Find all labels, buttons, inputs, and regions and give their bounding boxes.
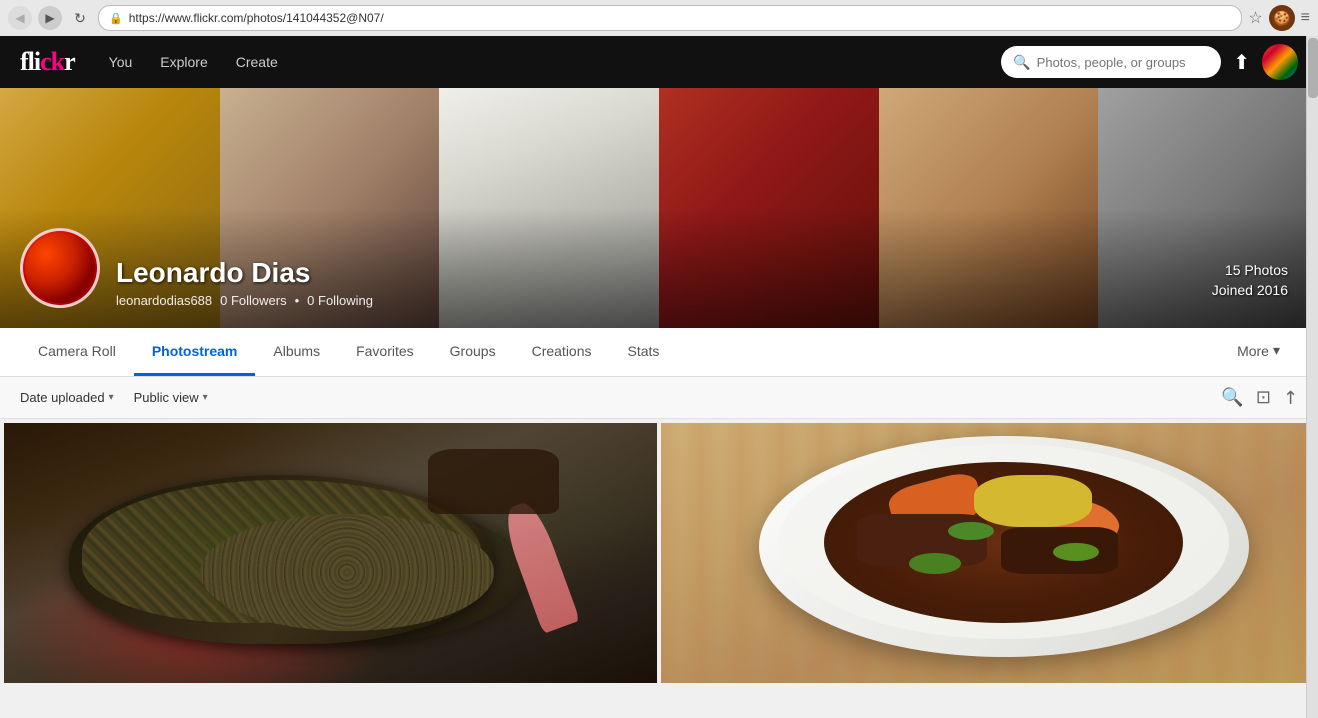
profile-text: Leonardo Dias leonardodias688 0 Follower… (116, 257, 373, 308)
photo-item-2[interactable] (661, 423, 1314, 683)
star-button[interactable]: ☆ (1248, 8, 1262, 28)
user-avatar[interactable] (1262, 44, 1298, 80)
nav-create[interactable]: Create (222, 36, 292, 88)
back-button[interactable]: ◀ (8, 6, 32, 30)
filter-actions: 🔍 ⊡ ↗ (1221, 387, 1298, 408)
share-button[interactable]: ↗ (1278, 385, 1304, 411)
tab-creations[interactable]: Creations (514, 329, 610, 376)
refresh-button[interactable]: ↻ (68, 6, 92, 30)
upload-button[interactable]: ⬆ (1233, 50, 1250, 75)
flickr-logo[interactable]: flickr (20, 47, 75, 77)
tab-photostream[interactable]: Photostream (134, 329, 256, 376)
address-bar: 🔒 (98, 5, 1242, 31)
lock-icon: 🔒 (109, 12, 123, 25)
view-filter-arrow: ▾ (203, 392, 208, 403)
nav-right: 🔍 ⬆ (292, 44, 1298, 80)
chevron-down-icon: ▾ (1273, 342, 1280, 359)
search-box: 🔍 (1001, 46, 1221, 78)
flickr-navbar: flickr You Explore Create 🔍 ⬆ (0, 36, 1318, 88)
tab-groups[interactable]: Groups (432, 329, 514, 376)
profile-following[interactable]: 0 Following (307, 293, 373, 308)
view-filter-label: Public view (134, 390, 199, 405)
photo-grid (0, 419, 1318, 699)
nav-explore[interactable]: Explore (146, 36, 221, 88)
profile-cover: Leonardo Dias leonardodias688 0 Follower… (0, 88, 1318, 328)
filters-bar: Date uploaded ▾ Public view ▾ 🔍 ⊡ ↗ (0, 377, 1318, 419)
photo-search-button[interactable]: 🔍 (1221, 387, 1243, 408)
photos-count: 15 Photos (1212, 262, 1288, 278)
photo-food-rice (4, 423, 657, 683)
scrollbar[interactable] (1306, 36, 1318, 718)
tab-camera-roll[interactable]: Camera Roll (20, 329, 134, 376)
tab-favorites[interactable]: Favorites (338, 329, 432, 376)
search-input[interactable] (1037, 55, 1213, 70)
search-icon: 🔍 (1013, 54, 1030, 71)
scrollbar-thumb[interactable] (1308, 38, 1318, 98)
profile-stats: 15 Photos Joined 2016 (1212, 262, 1288, 298)
browser-toolbar: ◀ ▶ ↻ 🔒 ☆ 🍪 ≡ (0, 0, 1318, 36)
avatar[interactable] (20, 228, 100, 308)
profile-username: leonardodias688 (116, 293, 212, 308)
tab-albums[interactable]: Albums (255, 329, 338, 376)
nav-you[interactable]: You (95, 36, 147, 88)
cookie-icon: 🍪 (1269, 5, 1295, 31)
tab-more[interactable]: More ▾ (1219, 328, 1298, 376)
tab-stats[interactable]: Stats (610, 329, 678, 376)
view-filter[interactable]: Public view ▾ (134, 390, 208, 405)
forward-button[interactable]: ▶ (38, 6, 62, 30)
date-filter-label: Date uploaded (20, 390, 105, 405)
menu-button[interactable]: ≡ (1301, 9, 1310, 27)
profile-name: Leonardo Dias (116, 257, 373, 289)
nav-links: You Explore Create (95, 36, 292, 88)
url-input[interactable] (129, 11, 1232, 25)
joined-date: Joined 2016 (1212, 282, 1288, 298)
profile-meta: leonardodias688 0 Followers • 0 Followin… (116, 293, 373, 308)
slideshow-button[interactable]: ⊡ (1256, 387, 1271, 408)
profile-tabs: Camera Roll Photostream Albums Favorites… (0, 328, 1318, 377)
profile-followers[interactable]: 0 Followers (220, 293, 286, 308)
page-content: flickr You Explore Create 🔍 ⬆ (0, 36, 1318, 699)
photo-item-1[interactable] (4, 423, 657, 683)
photo-food-stew (661, 423, 1314, 683)
date-filter-arrow: ▾ (109, 392, 114, 403)
date-filter[interactable]: Date uploaded ▾ (20, 390, 114, 405)
avatar-inner (25, 233, 95, 303)
profile-info: Leonardo Dias leonardodias688 0 Follower… (20, 228, 373, 308)
